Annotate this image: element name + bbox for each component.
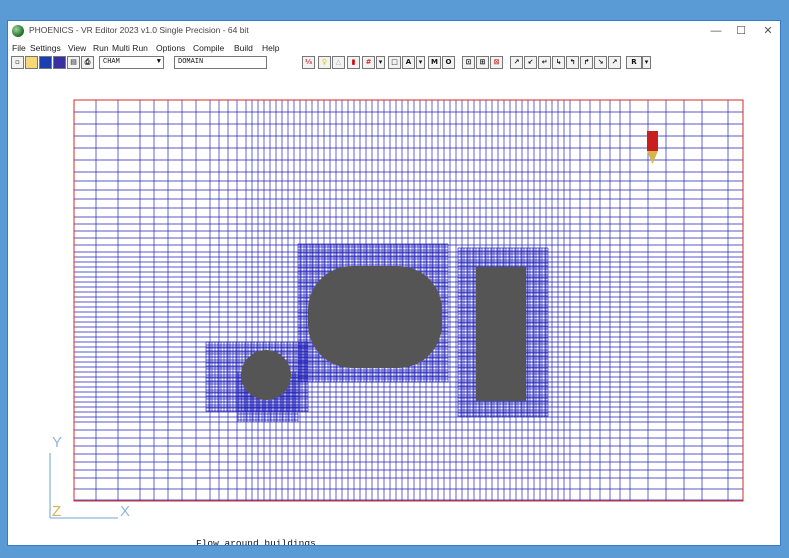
toolbar: ▫ ▤ ⎙ CHAM ▼ DOMAIN ⅓ ♀ △ ▮ # ▾ □ A ▾ M …: [8, 55, 780, 72]
group-icon[interactable]: ⊡: [462, 56, 475, 69]
z-axis-label: Z: [52, 503, 61, 520]
view-arrow-ne-icon[interactable]: ↗: [510, 56, 523, 69]
ungroup-icon[interactable]: ⊞: [476, 56, 489, 69]
menu-settings[interactable]: Settings: [30, 42, 61, 55]
mesh-canvas[interactable]: Y Z X: [8, 72, 781, 546]
domain-icon[interactable]: ⅓: [302, 56, 315, 69]
obstacles: [241, 266, 526, 401]
text-dropdown-icon[interactable]: ▾: [416, 56, 425, 69]
menu-options[interactable]: Options: [156, 42, 185, 55]
probe-marker[interactable]: [647, 131, 658, 164]
menu-compile[interactable]: Compile: [193, 42, 224, 55]
close-button[interactable]: ✕: [754, 23, 780, 39]
probe-body: [647, 131, 658, 151]
text-icon[interactable]: A: [402, 56, 415, 69]
probe-tip: [647, 151, 658, 164]
view-arrow-back-icon[interactable]: ↵: [538, 56, 551, 69]
lightbulb-icon[interactable]: ♀: [318, 56, 331, 69]
case-select[interactable]: CHAM ▼: [99, 56, 164, 69]
new-file-icon[interactable]: ▫: [11, 56, 24, 69]
window-title: PHOENICS - VR Editor 2023 v1.0 Single Pr…: [29, 25, 249, 35]
case-select-value: CHAM: [103, 58, 120, 66]
maximize-button[interactable]: ☐: [727, 23, 755, 39]
view-arrow-se-icon[interactable]: ↘: [594, 56, 607, 69]
menu-file[interactable]: File: [12, 42, 26, 55]
app-window: PHOENICS - VR Editor 2023 v1.0 Single Pr…: [7, 20, 781, 546]
mesh-dropdown-icon[interactable]: ▾: [376, 56, 385, 69]
title-bar: PHOENICS - VR Editor 2023 v1.0 Single Pr…: [8, 21, 780, 42]
view-arrow-right-icon[interactable]: ↳: [552, 56, 565, 69]
y-axis-label: Y: [52, 434, 62, 451]
chevron-down-icon: ▼: [156, 58, 161, 66]
building-rounded[interactable]: [308, 266, 442, 368]
graphics-viewport[interactable]: Y Z X Flow around buildings: [8, 72, 781, 546]
menu-view[interactable]: View: [68, 42, 86, 55]
delete-object-icon[interactable]: ⊠: [490, 56, 503, 69]
report-icon[interactable]: ▤: [67, 56, 80, 69]
minimize-button[interactable]: —: [702, 23, 730, 39]
view-arrow-up-icon[interactable]: ↰: [566, 56, 579, 69]
mesh-icon[interactable]: #: [362, 56, 375, 69]
o-button[interactable]: O: [442, 56, 455, 69]
phoenics-logo-icon: [12, 25, 24, 37]
menu-help[interactable]: Help: [262, 42, 279, 55]
x-axis-label: X: [120, 503, 130, 520]
building-cylinder[interactable]: [241, 350, 291, 400]
object-name-field[interactable]: DOMAIN: [174, 56, 267, 69]
r-button[interactable]: R: [626, 56, 642, 69]
box-icon[interactable]: □: [388, 56, 401, 69]
menu-run[interactable]: Run: [93, 42, 109, 55]
menu-multi-run[interactable]: Multi Run: [112, 42, 148, 55]
editor-icon[interactable]: [53, 56, 66, 69]
menu-bar: File Settings View Run Multi Run Options…: [8, 42, 780, 55]
open-folder-icon[interactable]: [25, 56, 38, 69]
warning-icon[interactable]: △: [332, 56, 345, 69]
building-rectangle[interactable]: [476, 267, 526, 401]
view-arrow-turn-icon[interactable]: ↱: [580, 56, 593, 69]
print-icon[interactable]: ⎙: [81, 56, 94, 69]
save-icon[interactable]: [39, 56, 52, 69]
r-dropdown-icon[interactable]: ▾: [642, 56, 651, 69]
m-button[interactable]: M: [428, 56, 441, 69]
model-caption: Flow around buildings: [196, 538, 316, 546]
view-arrow-diag-icon[interactable]: ↗: [608, 56, 621, 69]
menu-build[interactable]: Build: [234, 42, 253, 55]
view-arrow-sw-icon[interactable]: ↙: [524, 56, 537, 69]
probe-icon[interactable]: ▮: [347, 56, 360, 69]
